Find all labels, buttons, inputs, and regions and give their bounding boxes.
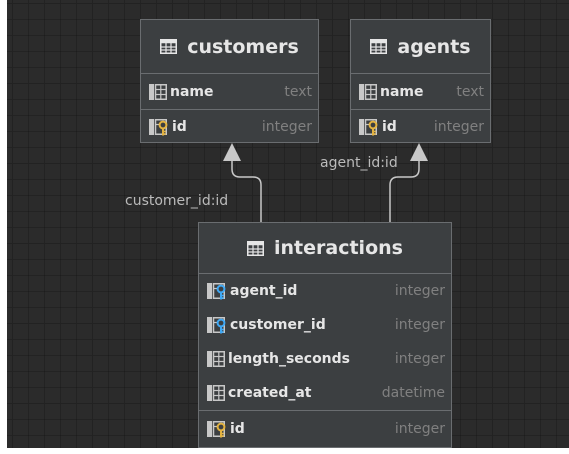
- relation-arrowhead: [410, 143, 428, 161]
- column-name: created_at: [228, 385, 312, 401]
- column-icon: [359, 83, 377, 100]
- column-row[interactable]: name text: [141, 74, 318, 109]
- column-row[interactable]: name text: [351, 74, 490, 109]
- column-type: text: [456, 83, 484, 100]
- table-header: agents: [351, 20, 490, 74]
- relation-customer-id[interactable]: [223, 143, 262, 222]
- key-name: id: [382, 119, 397, 135]
- column-name: name: [380, 83, 424, 100]
- foreign-key-icon: [207, 282, 227, 300]
- key-type: integer: [433, 119, 484, 135]
- table-agents[interactable]: agents name text id integer: [350, 19, 491, 143]
- column-name: length_seconds: [228, 351, 351, 367]
- column-row[interactable]: agent_id integer: [199, 274, 451, 308]
- column-type: datetime: [381, 385, 445, 401]
- column-type: integer: [394, 351, 445, 367]
- table-header: customers: [141, 20, 318, 74]
- primary-key-icon: [207, 420, 227, 438]
- diagram-canvas: customer_id:id agent_id:id customers nam…: [7, 0, 569, 448]
- relation-label-customer-id: customer_id:id: [125, 193, 229, 209]
- column-type: integer: [394, 283, 445, 299]
- key-name: id: [230, 421, 245, 437]
- column-name: agent_id: [230, 283, 298, 299]
- relation-label-agent-id: agent_id:id: [320, 155, 398, 171]
- column-row[interactable]: length_seconds integer: [199, 342, 451, 376]
- column-name: customer_id: [230, 317, 326, 333]
- key-row[interactable]: id integer: [351, 110, 490, 144]
- column-icon: [207, 385, 225, 401]
- primary-key-icon: [359, 118, 379, 136]
- primary-key-icon: [149, 118, 169, 136]
- key-name: id: [172, 119, 187, 135]
- table-customers[interactable]: customers name text id integer: [140, 19, 319, 143]
- key-type: integer: [394, 421, 445, 437]
- foreign-key-icon: [207, 316, 227, 334]
- key-row[interactable]: id integer: [199, 411, 451, 447]
- column-type: integer: [394, 317, 445, 333]
- table-icon: [370, 39, 388, 54]
- key-type: integer: [261, 119, 312, 135]
- column-icon: [149, 83, 167, 100]
- column-row[interactable]: customer_id integer: [199, 308, 451, 342]
- table-header: interactions: [199, 223, 451, 274]
- column-row[interactable]: created_at datetime: [199, 376, 451, 410]
- table-icon: [160, 39, 178, 54]
- table-interactions[interactable]: interactions agent_id integer customer_i…: [198, 222, 452, 448]
- column-name: name: [170, 83, 214, 100]
- column-icon: [207, 351, 225, 367]
- table-name: customers: [187, 35, 299, 58]
- key-row[interactable]: id integer: [141, 110, 318, 144]
- table-icon: [247, 240, 265, 256]
- table-name: interactions: [274, 237, 403, 259]
- column-type: text: [284, 83, 312, 100]
- table-name: agents: [397, 35, 471, 58]
- relation-arrowhead: [223, 143, 241, 161]
